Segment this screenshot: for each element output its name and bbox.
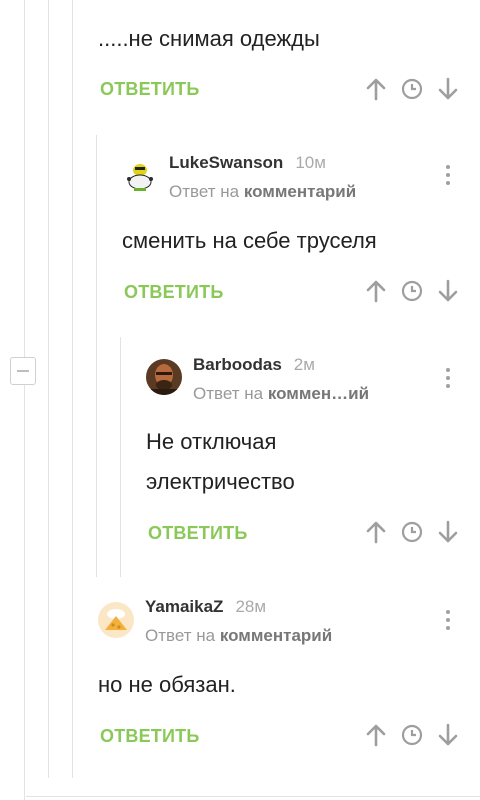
arrow-up-icon[interactable] [364, 77, 388, 101]
clock-icon[interactable] [400, 520, 424, 544]
reply-to-link[interactable]: Ответ на комментарий [169, 182, 356, 202]
comment-text-line: электричество [146, 469, 295, 494]
clock-icon[interactable] [400, 723, 424, 747]
comment-actions [364, 723, 458, 747]
arrow-down-icon[interactable] [436, 77, 460, 101]
username[interactable]: Barboodas 2м [193, 355, 315, 375]
timestamp: 28м [235, 597, 267, 616]
reply-button[interactable]: ОТВЕТИТЬ [100, 726, 199, 747]
comment-text: сменить на себе труселя [122, 228, 377, 253]
username[interactable]: YamaikaZ 28м [145, 597, 266, 617]
arrow-up-icon[interactable] [364, 723, 388, 747]
reply-to-link[interactable]: Ответ на коммен…ий [193, 384, 369, 404]
comment-text: но не обязан. [98, 672, 236, 697]
more-vertical-icon[interactable] [445, 163, 451, 187]
comment-text: .....не снимая одежды [98, 26, 320, 51]
timestamp: 10м [295, 153, 326, 172]
more-vertical-icon[interactable] [445, 366, 451, 390]
clock-icon[interactable] [400, 77, 424, 101]
arrow-up-icon[interactable] [364, 279, 388, 303]
reply-button[interactable]: ОТВЕТИТЬ [100, 79, 199, 100]
comment-actions [364, 520, 458, 544]
arrow-up-icon[interactable] [364, 520, 388, 544]
arrow-down-icon[interactable] [436, 723, 460, 747]
avatar[interactable] [146, 359, 182, 395]
thread-line [48, 0, 49, 778]
comment-actions [364, 279, 458, 303]
arrow-down-icon[interactable] [436, 279, 460, 303]
thread-line [72, 0, 73, 778]
reply-to-link[interactable]: Ответ на комментарий [145, 626, 332, 646]
comment-text-line: Не отключая [146, 429, 277, 454]
more-vertical-icon[interactable] [445, 608, 451, 632]
reply-button[interactable]: ОТВЕТИТЬ [148, 523, 247, 544]
arrow-down-icon[interactable] [436, 520, 460, 544]
avatar[interactable] [122, 157, 158, 193]
clock-icon[interactable] [400, 279, 424, 303]
thread-line [96, 135, 97, 577]
comment-actions [364, 77, 458, 101]
username[interactable]: LukeSwanson 10м [169, 153, 326, 173]
reply-button[interactable]: ОТВЕТИТЬ [124, 282, 223, 303]
bottom-divider [26, 796, 480, 797]
collapse-thread-button[interactable] [10, 357, 36, 385]
thread-line [24, 0, 25, 800]
timestamp: 2м [293, 355, 315, 374]
avatar[interactable] [98, 602, 134, 638]
thread-line [120, 337, 121, 577]
